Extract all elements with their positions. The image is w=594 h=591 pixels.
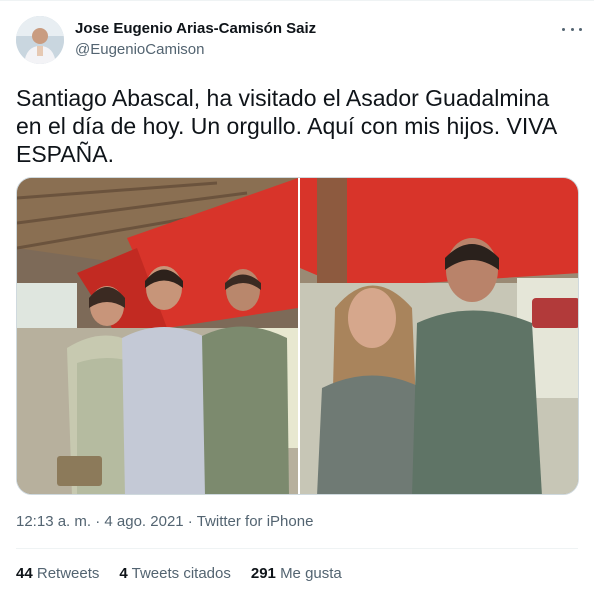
- quotes-label: Tweets citados: [131, 565, 231, 582]
- likes-label: Me gusta: [280, 565, 342, 582]
- likes-stat[interactable]: 291 Me gusta: [251, 565, 342, 582]
- tweet-media[interactable]: [16, 177, 579, 495]
- tweet-source[interactable]: Twitter for iPhone: [197, 513, 314, 530]
- likes-count: 291: [250, 565, 276, 582]
- quotes-count: 4: [119, 565, 128, 582]
- dot: [570, 27, 574, 31]
- tweet-date[interactable]: 4 ago. 2021: [104, 513, 183, 530]
- meta-separator: ·: [183, 513, 197, 530]
- dot: [579, 27, 582, 31]
- retweets-stat[interactable]: 44 Retweets: [16, 565, 99, 582]
- photo-right[interactable]: [300, 178, 579, 495]
- retweets-count: 44: [16, 565, 33, 582]
- media-photos: [17, 178, 579, 495]
- more-options-icon[interactable]: [562, 20, 582, 38]
- author-avatar[interactable]: [16, 16, 64, 64]
- retweets-label: Retweets: [36, 565, 100, 582]
- stats-divider: [16, 548, 578, 549]
- tweet-time[interactable]: 12:13 a. m.: [16, 513, 91, 530]
- author-name[interactable]: Jose Eugenio Arias-Camisón Saiz: [75, 20, 316, 37]
- author-handle[interactable]: @EugenioCamison: [75, 41, 204, 58]
- top-divider: [0, 0, 594, 1]
- quotes-stat[interactable]: 4 Tweets citados: [119, 565, 230, 582]
- meta-separator: ·: [91, 513, 105, 530]
- tweet-stats: 44 Retweets 4 Tweets citados 291 Me gust…: [16, 565, 362, 582]
- avatar-image: [16, 16, 64, 64]
- photo-left[interactable]: [17, 178, 298, 495]
- tweet-text: Santiago Abascal, ha visitado el Asador …: [16, 85, 556, 167]
- dot: [562, 27, 565, 31]
- tweet-meta: 12:13 a. m. · 4 ago. 2021 · Twitter for …: [16, 513, 313, 530]
